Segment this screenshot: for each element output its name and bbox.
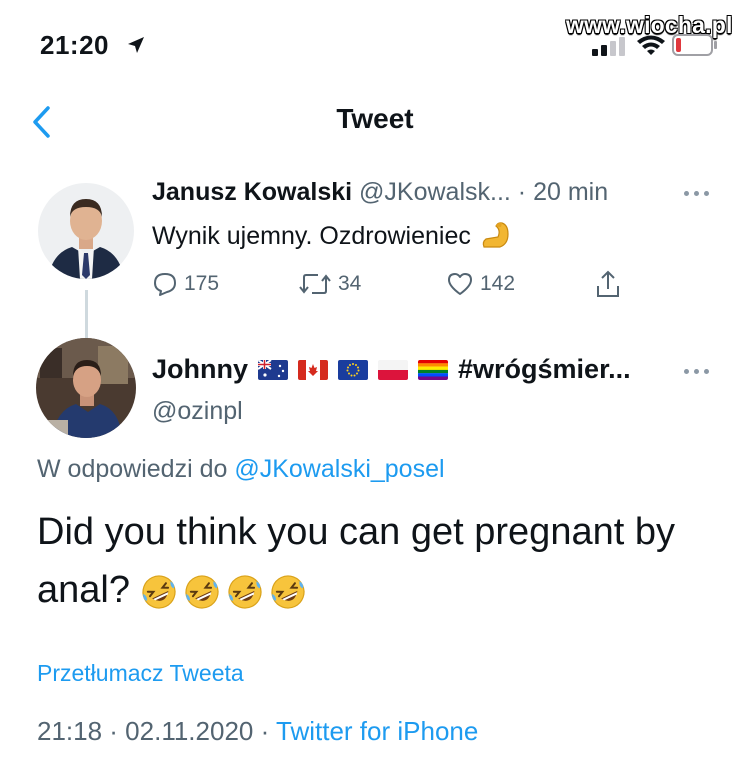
rolling-on-floor-laughing-emoji-icon xyxy=(142,575,176,609)
parent-tweet-time[interactable]: 20 min xyxy=(533,178,608,206)
retweet-icon xyxy=(299,274,331,294)
reply-context: W odpowiedzi do @JKowalski_posel xyxy=(37,455,445,484)
tweet-meta: 21:18 · 02.11.2020 · Twitter for iPhone xyxy=(37,716,478,747)
eu-flag-icon xyxy=(338,359,369,380)
parent-tweet-header: Janusz Kowalski @JKowalsk... · 20 min xyxy=(152,178,608,207)
parent-author-name[interactable]: Janusz Kowalski xyxy=(152,178,352,206)
reply-button[interactable]: 175 xyxy=(152,268,219,300)
rainbow-flag-icon xyxy=(418,359,449,380)
parent-more-icon[interactable] xyxy=(684,188,714,198)
retweet-count: 34 xyxy=(338,272,362,295)
parent-author-handle[interactable]: @JKowalsk... xyxy=(359,178,511,206)
like-button[interactable]: 142 xyxy=(446,268,515,300)
avatar-johnny[interactable] xyxy=(36,338,136,438)
flexed-biceps-icon xyxy=(482,222,509,248)
share-button[interactable] xyxy=(594,268,628,300)
heart-icon xyxy=(448,273,472,295)
tweet-source-link[interactable]: Twitter for iPhone xyxy=(276,716,478,746)
retweet-button[interactable]: 34 xyxy=(298,268,361,300)
main-author-line: Johnny #wrógśmier... xyxy=(152,354,631,385)
main-tweet-body: Did you think you can get pregnant by an… xyxy=(37,511,675,611)
translate-tweet-link[interactable]: Przetłumacz Tweeta xyxy=(37,660,244,687)
reply-to-link[interactable]: @JKowalski_posel xyxy=(234,455,444,483)
main-author-name-suffix: #wrógśmier... xyxy=(458,354,631,384)
poland-flag-icon xyxy=(378,359,409,380)
main-author-handle[interactable]: @ozinpl xyxy=(152,397,243,426)
parent-tweet-body: Wynik ujemny. Ozdrowieniec xyxy=(152,222,471,250)
laughing-emoji-row xyxy=(140,573,312,611)
reply-count: 175 xyxy=(184,272,220,295)
thread-connector xyxy=(85,290,88,338)
rolling-on-floor-laughing-emoji-icon xyxy=(185,575,219,609)
status-time: 21:20 xyxy=(40,30,109,60)
canada-flag-icon xyxy=(298,359,329,380)
like-count: 142 xyxy=(480,272,516,295)
parent-tweet-text: Wynik ujemny. Ozdrowieniec xyxy=(152,220,512,251)
main-author-name[interactable]: Johnny xyxy=(152,354,248,385)
status-bar: 21:20 www.wiocha.pl xyxy=(0,0,750,80)
cellular-signal-icon xyxy=(592,37,625,56)
header-separator: · xyxy=(517,178,527,206)
share-icon xyxy=(597,270,619,297)
avatar-janusz[interactable] xyxy=(38,183,134,279)
main-more-icon[interactable] xyxy=(684,366,714,376)
wifi-icon xyxy=(637,35,665,55)
rolling-on-floor-laughing-emoji-icon xyxy=(271,575,305,609)
tweet-timestamp[interactable]: 21:18 · 02.11.2020 · xyxy=(37,716,269,746)
location-arrow-icon xyxy=(128,37,144,53)
page-title: Tweet xyxy=(336,103,414,134)
rolling-on-floor-laughing-emoji-icon xyxy=(228,575,262,609)
main-tweet-text: Did you think you can get pregnant by an… xyxy=(37,503,727,619)
nav-bar: Tweet xyxy=(0,88,750,152)
australia-flag-icon xyxy=(258,359,289,380)
battery-icon xyxy=(672,34,717,56)
reply-prefix: W odpowiedzi do xyxy=(37,455,228,483)
reply-icon xyxy=(154,273,176,296)
